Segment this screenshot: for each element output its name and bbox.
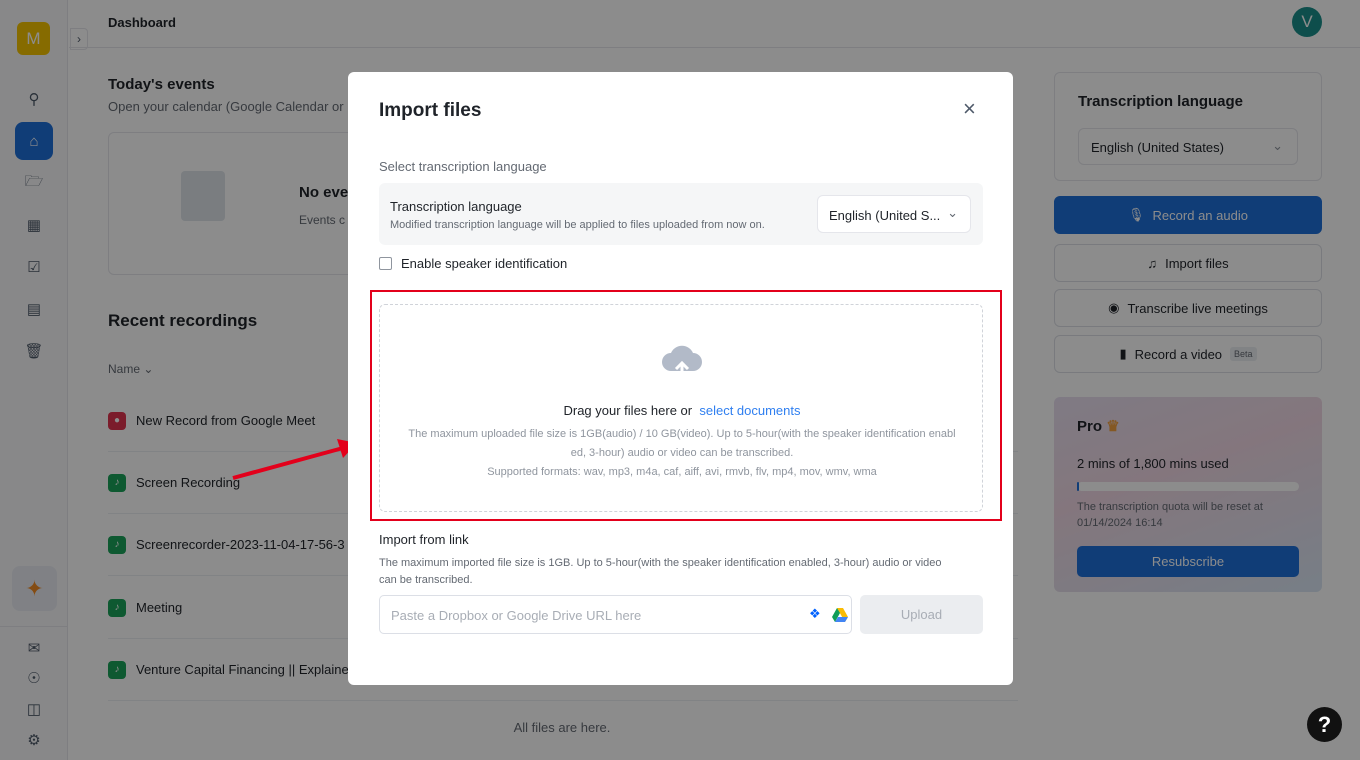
select-documents-link[interactable]: select documents	[699, 403, 800, 418]
language-setting-box: Transcription language Modified transcri…	[379, 183, 983, 245]
cloud-upload-icon	[662, 345, 702, 379]
close-icon[interactable]: ×	[963, 96, 976, 122]
import-link-desc: The maximum imported file size is 1GB. U…	[379, 557, 942, 586]
speaker-identification-label[interactable]: Enable speaker identification	[401, 256, 567, 271]
dialog-title: Import files	[379, 100, 482, 121]
google-drive-icon[interactable]	[832, 608, 848, 622]
upload-button[interactable]: Upload	[860, 595, 983, 634]
import-files-dialog: Import files × Select transcription lang…	[348, 72, 1013, 685]
lang-title: Transcription language	[390, 199, 522, 214]
import-link-title: Import from link	[379, 532, 469, 547]
chevron-down-icon: ⌄	[947, 205, 958, 220]
section-label: Select transcription language	[379, 159, 547, 174]
help-button[interactable]: ?	[1307, 707, 1342, 742]
language-select[interactable]: English (United S... ⌄	[817, 195, 971, 233]
lang-desc: Modified transcription language will be …	[390, 219, 765, 231]
file-drop-zone[interactable]: Drag your files here or select documents…	[379, 304, 983, 512]
drop-text: Drag your files here or select documents	[563, 403, 801, 418]
url-input[interactable]: Paste a Dropbox or Google Drive URL here…	[379, 595, 852, 634]
upload-limits: The maximum uploaded file size is 1GB(au…	[408, 428, 956, 478]
dropbox-icon[interactable]: ❖	[809, 606, 821, 622]
speaker-identification-checkbox[interactable]	[379, 257, 392, 270]
annotation-arrow	[232, 439, 357, 480]
